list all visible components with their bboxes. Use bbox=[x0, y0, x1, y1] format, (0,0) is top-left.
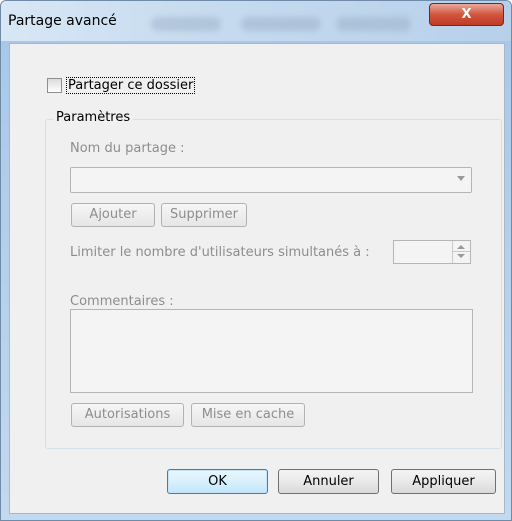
user-limit-label: Limiter le nombre d'utilisateurs simulta… bbox=[70, 245, 370, 260]
chevron-down-icon[interactable] bbox=[457, 254, 465, 258]
blurred-background-text bbox=[336, 17, 411, 31]
parameters-group-title: Paramètres bbox=[53, 110, 134, 125]
chevron-down-icon[interactable] bbox=[457, 176, 465, 181]
apply-button[interactable]: Appliquer bbox=[391, 469, 496, 494]
share-name-label: Nom du partage : bbox=[70, 141, 185, 156]
comments-field[interactable] bbox=[70, 309, 473, 393]
add-button[interactable]: Ajouter bbox=[71, 203, 155, 227]
title-bar[interactable]: Partage avancé X bbox=[1, 1, 511, 41]
advanced-sharing-dialog: Partage avancé X Partager ce dossier Par… bbox=[0, 0, 512, 521]
permissions-button[interactable]: Autorisations bbox=[71, 403, 184, 427]
share-name-combobox[interactable] bbox=[70, 167, 472, 193]
blurred-background-text bbox=[151, 17, 221, 31]
blurred-background-text bbox=[241, 17, 321, 31]
dialog-body: Partager ce dossier Paramètres Nom du pa… bbox=[9, 43, 505, 514]
spin-divider bbox=[453, 251, 470, 252]
ok-button[interactable]: OK bbox=[167, 469, 268, 494]
close-button[interactable]: X bbox=[429, 3, 504, 26]
window-title: Partage avancé bbox=[8, 13, 117, 29]
chevron-up-icon[interactable] bbox=[457, 245, 465, 249]
comments-label: Commentaires : bbox=[70, 294, 174, 309]
close-icon: X bbox=[461, 7, 472, 22]
user-limit-spinbox[interactable] bbox=[393, 240, 471, 264]
share-folder-checkbox[interactable] bbox=[47, 78, 62, 93]
spin-buttons[interactable] bbox=[452, 241, 470, 263]
cancel-button[interactable]: Annuler bbox=[278, 469, 379, 494]
share-folder-label[interactable]: Partager ce dossier bbox=[66, 77, 196, 94]
remove-button[interactable]: Supprimer bbox=[161, 203, 247, 227]
caching-button[interactable]: Mise en cache bbox=[191, 403, 305, 427]
